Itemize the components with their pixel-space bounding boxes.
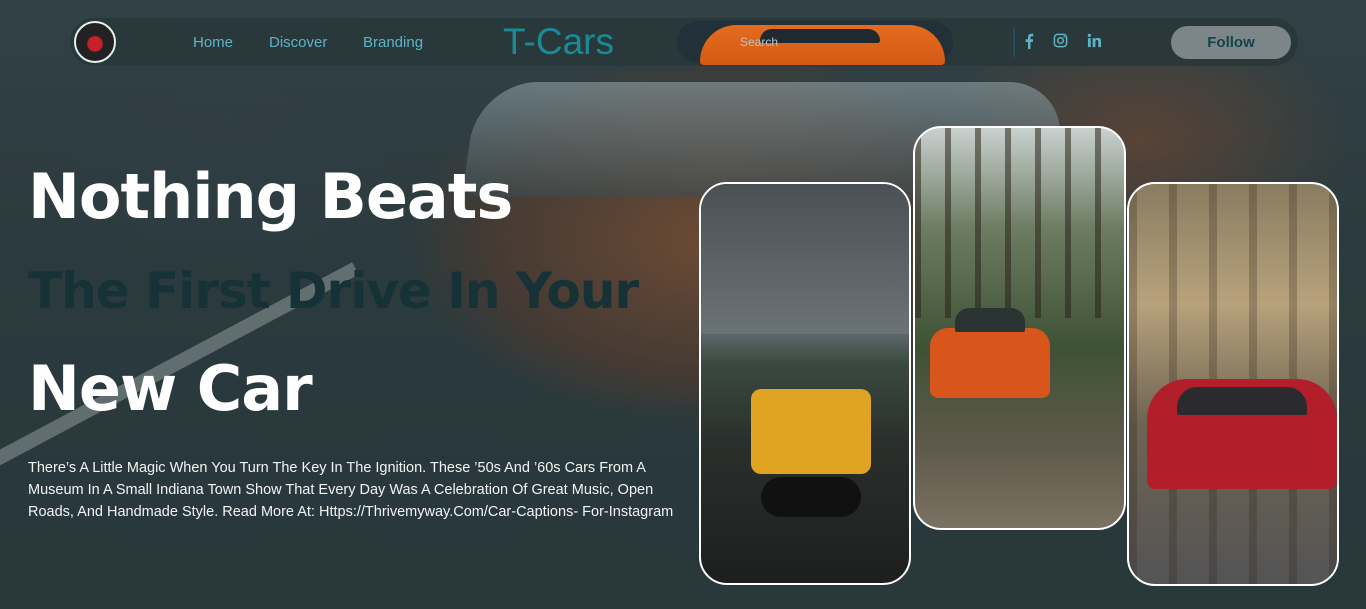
nav-discover[interactable]: Discover [269,34,327,51]
audi-photo-card[interactable] [1127,182,1339,586]
hero-description: There’s A Little Magic When You Turn The… [28,460,674,520]
mustang-photo-card[interactable] [913,126,1126,530]
follow-button[interactable]: Follow [1171,26,1291,59]
jeep-photo-card[interactable] [699,182,911,585]
nav-branding[interactable]: Branding [363,34,423,51]
hero-heading-line1: Nothing Beats [28,160,513,233]
audi-image [1147,379,1337,489]
hero-heading-line2: The First Drive In Your [28,262,639,320]
avatar[interactable] [74,21,116,63]
instagram-icon[interactable] [1053,33,1068,52]
social-divider [1013,27,1015,57]
sky-clouds [701,184,909,334]
linkedin-icon[interactable] [1087,33,1102,52]
forest-trees [915,128,1124,318]
hero-heading-line3: New Car [28,352,313,425]
facebook-icon[interactable] [1024,33,1034,53]
search-input[interactable] [690,30,810,54]
brand-title: T-Cars [503,21,614,62]
jeep-image [751,389,871,517]
nav-home[interactable]: Home [193,34,233,51]
mustang-image [930,308,1050,398]
